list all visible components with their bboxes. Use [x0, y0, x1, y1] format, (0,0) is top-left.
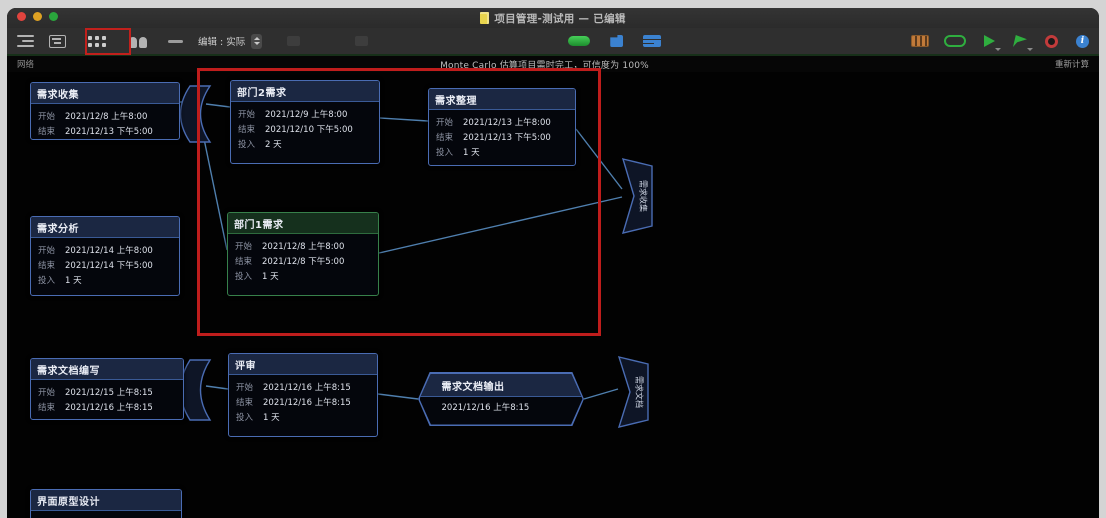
task-node-selected[interactable]: 部门1需求 开始 2021/12/8 上午8:00 结束 2021/12/8 下午5… — [227, 212, 379, 296]
row-label: 结束 — [235, 256, 253, 267]
group-start-brackets — [179, 85, 212, 421]
row-label: 开始 — [38, 111, 56, 122]
window-title: 项目管理-测试用 — 已编辑 — [494, 12, 626, 25]
row-value: 1 天 — [262, 271, 279, 282]
group-end-label: 需求收集 — [639, 180, 649, 212]
task-node[interactable]: 评审 开始 2021/12/16 上午8:15 结束 2021/12/16 上午8:… — [228, 353, 378, 437]
network-view-icon[interactable] — [88, 31, 106, 51]
row-label: 投入 — [235, 271, 253, 282]
task-title: 部门1需求 — [228, 213, 378, 234]
milestone-date: 2021/12/16 上午8:15 — [441, 402, 530, 413]
row-value: 2021/12/13 上午8:00 — [463, 117, 551, 128]
milestone-node[interactable]: 需求文档输出 2021/12/16 上午8:15 — [418, 372, 584, 426]
row-label: 结束 — [38, 260, 56, 271]
row-value: 2021/12/10 下午5:00 — [265, 124, 353, 135]
task-title: 需求收集 — [31, 83, 179, 104]
traffic-lights — [17, 12, 58, 21]
row-value: 2021/12/14 下午5:00 — [65, 260, 153, 271]
network-canvas[interactable]: 需求收集 开始 2021/12/8 上午8:00 结束 2021/12/13 下午5… — [7, 72, 1099, 518]
row-value: 2021/12/15 上午8:15 — [65, 387, 153, 398]
edit-mode-label: 编辑 : 实际 — [198, 37, 246, 48]
row-label: 开始 — [235, 241, 253, 252]
window-title-wrap: 项目管理-测试用 — 已编辑 — [480, 11, 625, 26]
task-node[interactable]: 需求分析 开始 2021/12/14 上午8:00 结束 2021/12/14 下午… — [30, 216, 180, 296]
task-title: 部门2需求 — [231, 81, 379, 102]
row-value: 1 天 — [65, 275, 82, 286]
view-label: 网络 — [17, 60, 35, 70]
row-value: 1 天 — [263, 412, 280, 423]
row-value: 2021/12/8 上午8:00 — [65, 111, 148, 122]
row-label: 结束 — [38, 402, 56, 413]
separator-dash-icon — [168, 31, 183, 51]
row-value: 2021/12/13 下午5:00 — [65, 126, 153, 137]
row-value: 2021/12/8 下午5:00 — [262, 256, 345, 267]
row-label: 开始 — [238, 109, 256, 120]
dimmed-tool-icon-1[interactable] — [287, 31, 301, 51]
row-value: 2021/12/16 上午8:15 — [263, 397, 351, 408]
task-node-group[interactable]: 需求文档编写 开始 2021/12/15 上午8:15 结束 2021/12/16 … — [30, 358, 184, 420]
row-label: 开始 — [38, 387, 56, 398]
task-title: 需求分析 — [31, 217, 179, 238]
catch-up-arrow-icon[interactable] — [984, 31, 1001, 51]
dimmed-tool-icon-2[interactable] — [355, 31, 369, 51]
gantt-view-icon[interactable] — [49, 31, 66, 51]
record-icon[interactable] — [1045, 31, 1058, 51]
notice-bar: 网络 Monte Carlo 估算项目需时完工，可信度为 100% 重新计算 — [7, 56, 1099, 72]
task-title: 界面原型设计 — [31, 490, 181, 511]
resources-view-icon[interactable] — [128, 31, 148, 51]
row-value: 2021/12/16 上午8:15 — [263, 382, 351, 393]
app-window: 项目管理-测试用 — 已编辑 编辑 : 实际 i 网络 Monte Carlo … — [7, 8, 1099, 518]
row-label: 投入 — [238, 139, 256, 150]
group-end-bracket[interactable]: 需求收集 — [622, 158, 654, 234]
task-node[interactable]: 部门2需求 开始 2021/12/9 上午8:00 结束 2021/12/10 下午… — [230, 80, 380, 164]
row-label: 结束 — [38, 126, 56, 137]
task-node[interactable]: 需求整理 开始 2021/12/13 上午8:00 结束 2021/12/13 下午… — [428, 88, 576, 166]
milestone-title: 需求文档输出 — [419, 373, 583, 397]
monte-carlo-message: Monte Carlo 估算项目需时完工，可信度为 100% — [440, 60, 649, 71]
violations-grid-icon[interactable] — [911, 31, 929, 51]
group-end-bracket[interactable]: 需求文档 — [618, 356, 650, 428]
row-label: 结束 — [238, 124, 256, 135]
recalculate-button[interactable]: 重新计算 — [1055, 58, 1089, 70]
outline-view-icon[interactable] — [17, 31, 34, 51]
row-label: 投入 — [436, 147, 454, 158]
row-value: 2021/12/14 上午8:00 — [65, 245, 153, 256]
publish-flag-icon[interactable] — [1013, 31, 1033, 51]
row-label: 投入 — [38, 275, 56, 286]
zoom-button[interactable] — [49, 12, 58, 21]
green-pill-icon[interactable] — [568, 31, 591, 51]
row-label: 投入 — [236, 412, 254, 423]
row-label: 开始 — [436, 117, 454, 128]
row-value: 1 天 — [463, 147, 480, 158]
row-value: 2021/12/9 上午8:00 — [265, 109, 348, 120]
row-value: 2 天 — [265, 139, 282, 150]
row-value: 2021/12/13 下午5:00 — [463, 132, 551, 143]
minimize-button[interactable] — [33, 12, 42, 21]
task-title: 需求整理 — [429, 89, 575, 110]
edit-mode-control[interactable]: 编辑 : 实际 — [198, 33, 263, 49]
close-button[interactable] — [17, 12, 26, 21]
info-icon[interactable]: i — [1076, 31, 1089, 51]
reschedule-icon[interactable] — [610, 31, 624, 51]
task-node[interactable]: 界面原型设计 — [30, 489, 182, 518]
row-label: 开始 — [38, 245, 56, 256]
edit-mode-stepper[interactable] — [251, 33, 263, 49]
row-value: 2021/12/16 上午8:15 — [65, 402, 153, 413]
row-label: 开始 — [236, 382, 254, 393]
task-title: 评审 — [229, 354, 377, 375]
row-label: 结束 — [236, 397, 254, 408]
task-node-group[interactable]: 需求收集 开始 2021/12/8 上午8:00 结束 2021/12/13 下午5… — [30, 82, 180, 140]
monte-carlo-oval-icon[interactable] — [944, 31, 966, 51]
row-value: 2021/12/8 上午8:00 — [262, 241, 345, 252]
task-title: 需求文档编写 — [31, 359, 183, 380]
row-label: 结束 — [436, 132, 454, 143]
toolbar: 编辑 : 实际 i — [7, 28, 1099, 54]
group-end-label: 需求文档 — [635, 376, 645, 408]
document-icon — [480, 12, 490, 24]
titlebar: 项目管理-测试用 — 已编辑 — [7, 8, 1099, 28]
leveling-icon[interactable] — [643, 31, 662, 51]
